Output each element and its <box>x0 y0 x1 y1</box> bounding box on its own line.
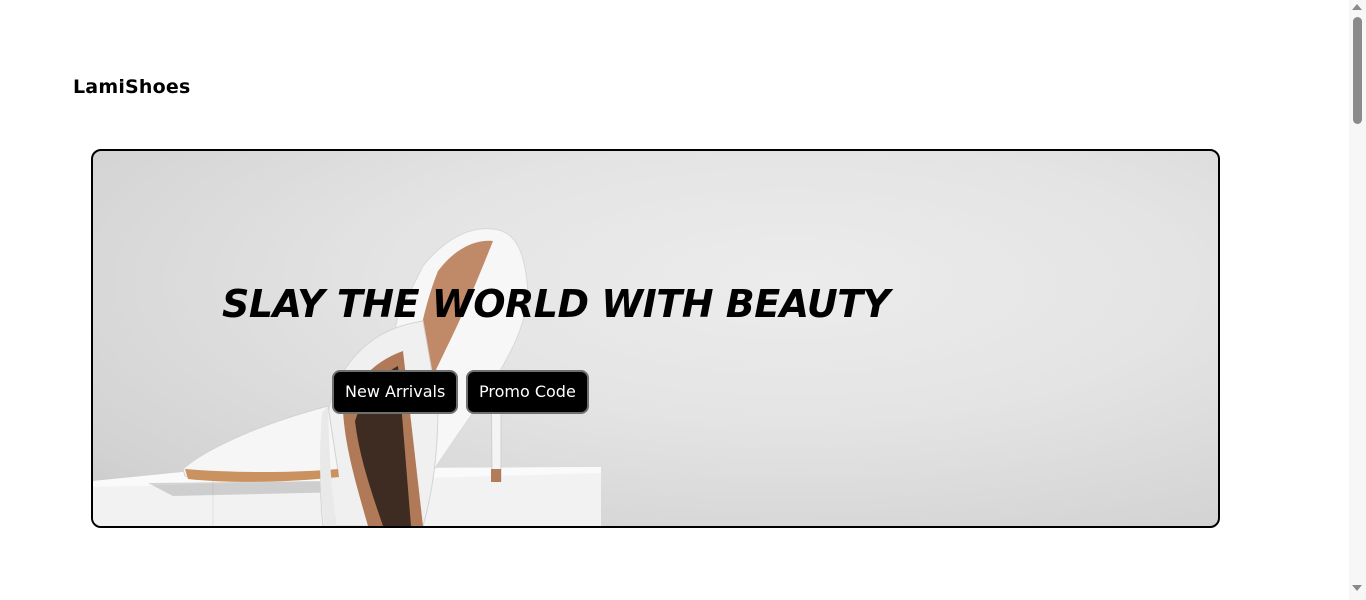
hero-title: SLAY THE WORLD WITH BEAUTY <box>222 282 890 326</box>
page: LamiShoes SLAY THE WORLD WITH BEAUTY New… <box>0 0 1366 600</box>
new-arrivals-button[interactable]: New Arrivals <box>332 370 459 414</box>
scroll-up-arrow-icon[interactable] <box>1352 4 1362 10</box>
hero-shoe-image <box>93 228 601 526</box>
scroll-thumb[interactable] <box>1353 17 1362 124</box>
hero-banner: SLAY THE WORLD WITH BEAUTY New Arrivals … <box>91 149 1220 528</box>
brand-logo[interactable]: LamiShoes <box>73 76 191 98</box>
vertical-scrollbar[interactable] <box>1349 0 1366 600</box>
scroll-down-arrow-icon[interactable] <box>1352 585 1362 591</box>
promo-code-button[interactable]: Promo Code <box>466 370 589 414</box>
